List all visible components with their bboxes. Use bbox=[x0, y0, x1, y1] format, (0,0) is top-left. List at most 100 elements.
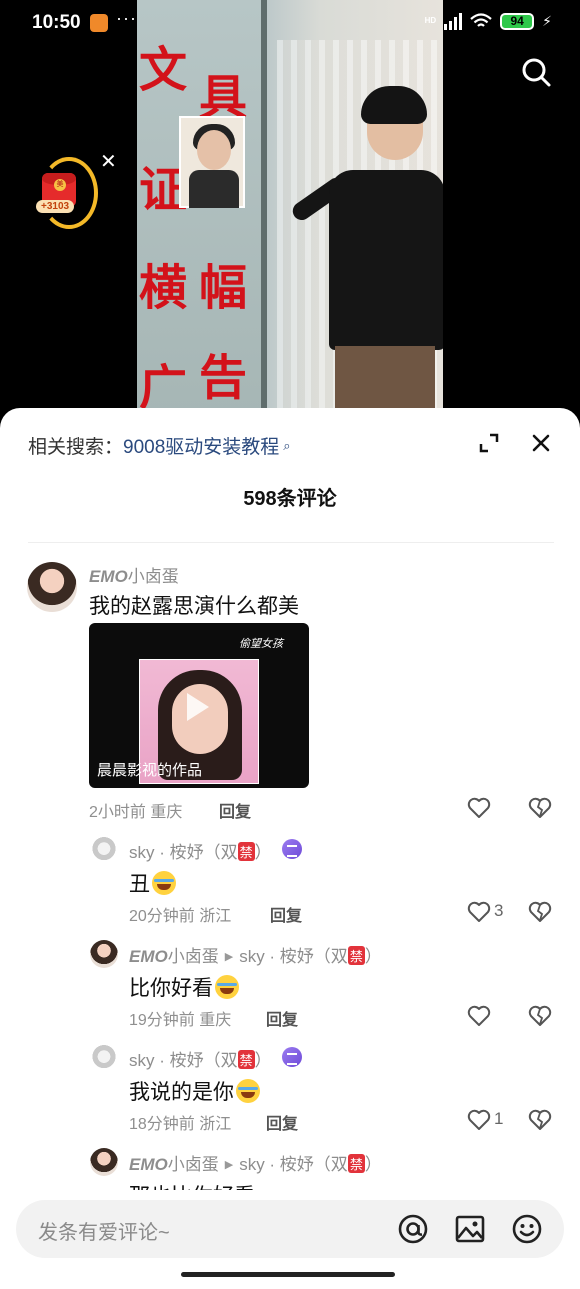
comment-username[interactable]: sky · 桉妤（双禁） bbox=[129, 838, 272, 863]
network-type-label: HD bbox=[424, 16, 437, 25]
status-time: 10:50 bbox=[32, 12, 81, 33]
thumbnail-tag: 偷望女孩 bbox=[239, 638, 283, 650]
video-thumbnail[interactable]: 偷望女孩 晨晨影视的作品 bbox=[89, 623, 309, 788]
charging-icon: ⚡ bbox=[542, 12, 552, 29]
related-search[interactable]: 相关搜索： 9008驱动安装教程 ⌕ bbox=[28, 432, 291, 459]
like-count: 1 bbox=[494, 1109, 504, 1128]
battery-indicator: 94 bbox=[500, 12, 535, 30]
shop-window: 文 具 证 横 幅 广 告 bbox=[137, 0, 267, 420]
comment-username[interactable]: EMO小卤蛋 bbox=[89, 562, 179, 587]
username-rest: 小卤蛋 bbox=[127, 567, 179, 586]
expand-icon[interactable] bbox=[478, 432, 500, 454]
comment-meta: 2小时前 重庆 bbox=[89, 804, 183, 821]
level-badge-icon bbox=[282, 839, 302, 859]
dislike-icon[interactable] bbox=[528, 1005, 552, 1027]
comment-meta: 18分钟前 浙江 bbox=[129, 1116, 232, 1133]
emoji-icon[interactable] bbox=[511, 1213, 543, 1245]
related-search-keyword[interactable]: 9008驱动安装教程 bbox=[123, 432, 279, 459]
level-badge-icon bbox=[282, 1047, 302, 1067]
like-icon[interactable] bbox=[467, 1005, 491, 1027]
username-bold: EMO bbox=[129, 1155, 168, 1174]
reply-arrow-icon: ▶ bbox=[224, 1159, 234, 1171]
ban-badge: 禁 bbox=[237, 842, 255, 861]
username-end: ） bbox=[254, 843, 272, 862]
ban-badge: 禁 bbox=[237, 1050, 255, 1069]
window-char: 告 bbox=[199, 350, 248, 406]
window-poster bbox=[179, 116, 245, 208]
signal-icon bbox=[444, 12, 463, 30]
reply-to-user: sky · 桉妤（双 bbox=[239, 1155, 348, 1174]
like-count: 3 bbox=[494, 901, 504, 920]
thumbnail-caption: 晨晨影视的作品 bbox=[97, 762, 203, 779]
window-char: 横 bbox=[139, 260, 188, 316]
image-icon[interactable] bbox=[454, 1213, 486, 1245]
reward-count: +3103 bbox=[36, 200, 75, 213]
close-icon[interactable] bbox=[530, 432, 552, 454]
comment-sheet: 相关搜索： 9008驱动安装教程 ⌕ 598条评论 EMO小卤蛋 我的赵露思演什… bbox=[0, 408, 580, 1289]
app-notification-icon bbox=[90, 14, 108, 32]
username-rest: 小卤蛋 bbox=[167, 1155, 219, 1174]
like-icon[interactable] bbox=[467, 797, 491, 819]
comment-username[interactable]: EMO小卤蛋 ▶ sky · 桉妤（双禁） bbox=[129, 942, 382, 967]
play-icon bbox=[187, 693, 209, 721]
dislike-icon[interactable] bbox=[528, 901, 552, 923]
wifi-icon bbox=[470, 13, 492, 27]
comment-text-content: 我说的是你 bbox=[129, 1081, 234, 1104]
reply-to-user: sky · 桉妤（双 bbox=[239, 947, 348, 966]
avatar[interactable] bbox=[90, 1148, 118, 1176]
red-packet-widget[interactable]: 美 +3103 bbox=[32, 157, 98, 229]
comment-text: 丑 bbox=[129, 868, 176, 898]
username-text: sky · 桉妤（双 bbox=[129, 1051, 238, 1070]
username-bold: EMO bbox=[129, 947, 168, 966]
status-indicators: HD 94 ⚡ bbox=[425, 12, 552, 30]
comment-username[interactable]: sky · 桉妤（双禁） bbox=[129, 1046, 272, 1071]
reply-button[interactable]: 回复 bbox=[266, 1006, 298, 1030]
laugh-cry-emoji-icon bbox=[215, 975, 239, 999]
red-packet-close-icon[interactable]: ✕ bbox=[100, 152, 117, 172]
comment-text: 我的赵露思演什么都美 bbox=[89, 595, 299, 618]
window-char: 幅 bbox=[199, 260, 248, 316]
comment-text: 比你好看 bbox=[129, 972, 239, 1002]
at-icon[interactable] bbox=[397, 1213, 429, 1245]
avatar[interactable] bbox=[90, 836, 118, 864]
video-frame: 文 具 证 横 幅 广 告 bbox=[137, 0, 443, 420]
more-notifications-icon: ··· bbox=[116, 8, 137, 28]
dislike-icon[interactable] bbox=[528, 1109, 552, 1131]
avatar[interactable] bbox=[27, 562, 77, 612]
comment-input-placeholder: 发条有爱评论~ bbox=[38, 1222, 170, 1244]
avatar[interactable] bbox=[90, 1044, 118, 1072]
status-bar: 10:50 ··· HD 94 ⚡ bbox=[0, 0, 580, 48]
reply-button[interactable]: 回复 bbox=[219, 798, 251, 822]
small-search-icon: ⌕ bbox=[283, 437, 291, 453]
red-packet-seal: 美 bbox=[54, 179, 66, 191]
username-text: sky · 桉妤（双 bbox=[129, 843, 238, 862]
laugh-cry-emoji-icon bbox=[236, 1079, 260, 1103]
ban-badge: 禁 bbox=[347, 1154, 365, 1173]
username-end: ） bbox=[364, 947, 382, 966]
comment-text-content: 比你好看 bbox=[129, 977, 213, 1000]
laugh-cry-emoji-icon bbox=[152, 871, 176, 895]
like-icon[interactable] bbox=[467, 1109, 491, 1131]
home-indicator[interactable] bbox=[181, 1272, 395, 1277]
comment-meta: 20分钟前 浙江 bbox=[129, 908, 232, 925]
comment-text: 我说的是你 bbox=[129, 1076, 260, 1106]
username-end: ） bbox=[364, 1155, 382, 1174]
dislike-icon[interactable] bbox=[528, 797, 552, 819]
comment-meta: 19分钟前 重庆 bbox=[129, 1012, 232, 1029]
comment-count-title: 598条评论 bbox=[243, 488, 337, 510]
comment-username[interactable]: EMO小卤蛋 ▶ sky · 桉妤（双禁） bbox=[129, 1150, 382, 1175]
reply-button[interactable]: 回复 bbox=[266, 1110, 298, 1134]
comment-input[interactable]: 发条有爱评论~ bbox=[16, 1200, 564, 1258]
avatar[interactable] bbox=[90, 940, 118, 968]
username-rest: 小卤蛋 bbox=[167, 947, 219, 966]
like-icon[interactable] bbox=[467, 901, 491, 923]
comment-text-content: 丑 bbox=[129, 873, 150, 896]
ban-badge: 禁 bbox=[347, 946, 365, 965]
reply-button[interactable]: 回复 bbox=[270, 902, 302, 926]
search-icon[interactable] bbox=[520, 56, 552, 88]
username-bold: EMO bbox=[89, 567, 128, 586]
divider bbox=[28, 542, 554, 543]
related-search-label: 相关搜索： bbox=[28, 437, 124, 458]
reply-arrow-icon: ▶ bbox=[224, 951, 234, 963]
username-end: ） bbox=[254, 1051, 272, 1070]
